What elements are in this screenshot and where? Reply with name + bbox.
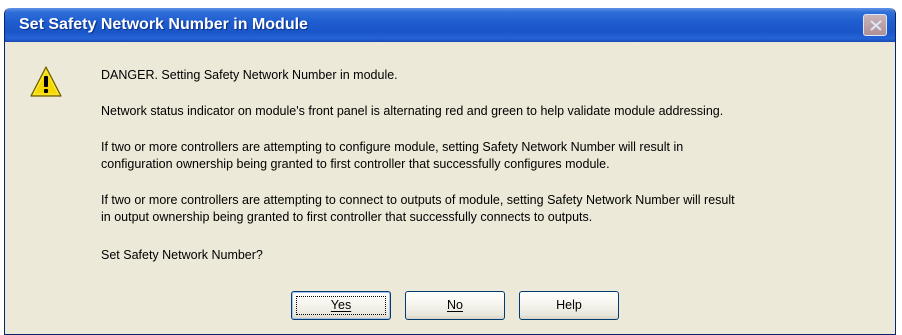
yes-button-label: Yes [330, 298, 352, 312]
danger-message: DANGER. Setting Safety Network Number in… [101, 68, 398, 82]
dialog-window: Set Safety Network Number in Module DANG… [4, 8, 896, 335]
no-button-label: No [447, 298, 463, 312]
dialog-title: Set Safety Network Number in Module [19, 16, 308, 33]
close-icon [870, 20, 882, 31]
help-button-label: Help [556, 298, 582, 312]
configure-warning-line-2: configuration ownership being granted to… [101, 157, 610, 171]
help-button[interactable]: Help [519, 291, 619, 320]
output-warning-line-1: If two or more controllers are attemptin… [101, 193, 735, 207]
close-button[interactable] [863, 14, 887, 36]
configure-warning-line-1: If two or more controllers are attemptin… [101, 140, 684, 154]
warning-icon [30, 66, 62, 97]
status-indicator-message: Network status indicator on module's fro… [101, 104, 724, 118]
title-bar[interactable]: Set Safety Network Number in Module [5, 8, 895, 42]
output-warning-line-2: in output ownership being granted to fir… [101, 210, 593, 224]
no-button[interactable]: No [405, 291, 505, 320]
confirm-question: Set Safety Network Number? [101, 248, 263, 262]
yes-button[interactable]: Yes [291, 291, 391, 320]
